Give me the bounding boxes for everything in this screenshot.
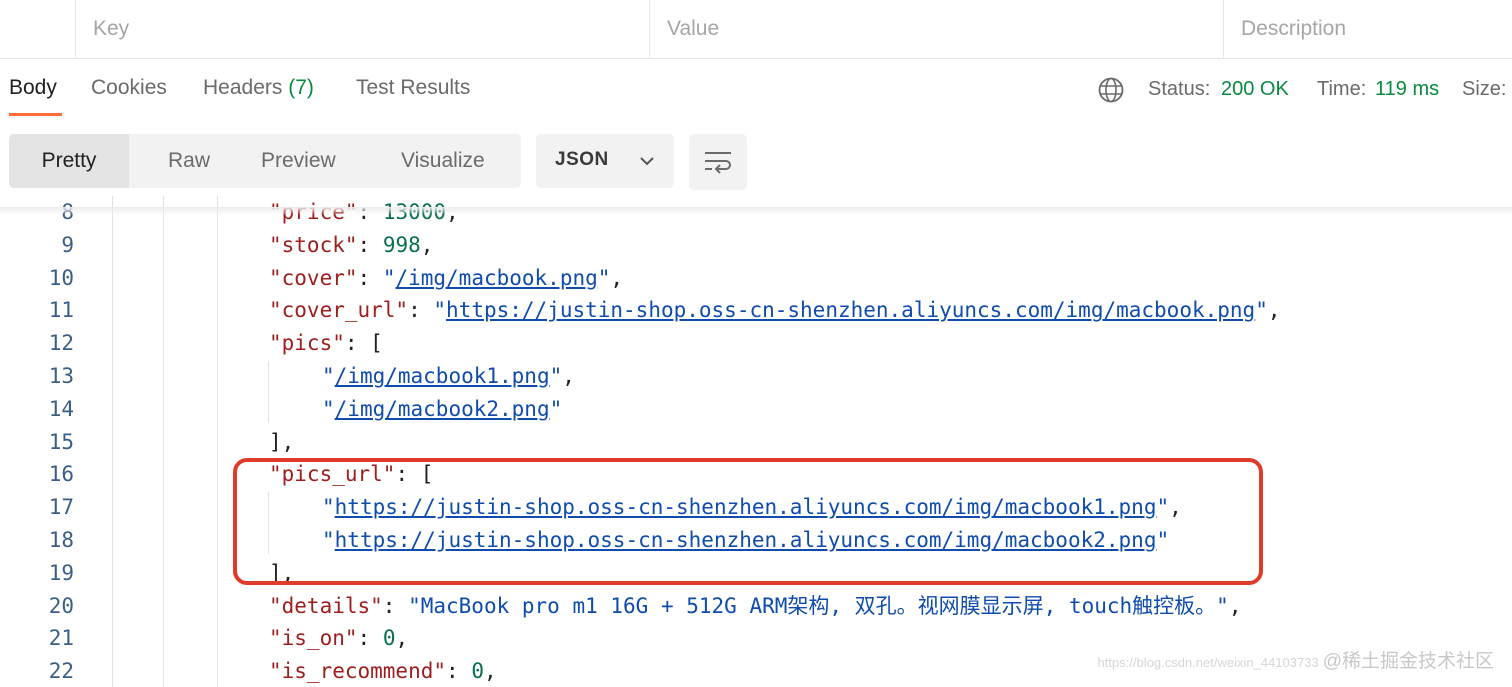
json-quote: "	[549, 364, 563, 388]
tab-cookies[interactable]: Cookies	[91, 76, 167, 100]
watermark-url: https://blog.csdn.net/weixin_44103733	[1097, 655, 1319, 670]
status-value: 200 OK	[1221, 78, 1289, 100]
line-number: 15	[48, 429, 74, 454]
toolbar-shadow	[0, 207, 1512, 215]
language-select-value: JSON	[555, 149, 609, 170]
line-number: 14	[48, 396, 74, 421]
mode-visualize[interactable]: Visualize	[401, 134, 485, 188]
json-number: 0	[382, 626, 396, 651]
globe-icon[interactable]	[1097, 76, 1125, 104]
code-line: 11 "cover_url": "https://justin-shop.oss-…	[0, 294, 1512, 327]
code-text: "/img/macbook1.png",	[322, 364, 575, 388]
json-quote: "	[433, 298, 447, 323]
json-url-link[interactable]: /img/macbook1.png	[335, 364, 550, 388]
wrap-lines-icon	[705, 152, 731, 174]
mode-raw[interactable]: Raw	[168, 134, 210, 188]
wrap-lines-button[interactable]	[689, 134, 747, 190]
params-table-header: Key Value Description	[0, 0, 1512, 59]
json-quote: "	[322, 396, 335, 421]
view-mode-segmented-control: Pretty Raw Preview Visualize	[9, 134, 521, 188]
description-column-header: Description	[1223, 0, 1512, 58]
json-url-link[interactable]: https://justin-shop.oss-cn-shenzhen.aliy…	[446, 298, 1255, 322]
json-number: 0	[471, 659, 484, 684]
json-key: "stock"	[269, 232, 358, 257]
line-number: 19	[48, 560, 74, 585]
code-text: "cover": "/img/macbook.png",	[269, 265, 624, 290]
chevron-down-icon	[640, 157, 654, 166]
line-number: 13	[48, 364, 74, 388]
json-key: "is_on"	[269, 626, 358, 651]
status-label: Status:	[1148, 78, 1211, 100]
line-number: 11	[48, 298, 74, 323]
json-url-link[interactable]: /img/macbook.png	[395, 266, 597, 290]
json-url-link[interactable]: /img/macbook2.png	[335, 397, 550, 421]
code-text: "/img/macbook2.png"	[322, 393, 562, 426]
code-text: "cover_url": "https://justin-shop.oss-cn…	[269, 298, 1281, 323]
tab-body[interactable]: Body	[9, 76, 57, 100]
mode-preview[interactable]: Preview	[261, 134, 336, 188]
line-number: 21	[48, 626, 74, 651]
line-number: 22	[48, 659, 74, 684]
tab-headers-label: Headers	[203, 76, 283, 99]
tab-test-results[interactable]: Test Results	[356, 76, 470, 100]
json-quote: "	[597, 265, 611, 290]
size-label: Size:	[1462, 78, 1507, 100]
headers-count-badge: (7)	[288, 76, 314, 99]
line-number: 20	[48, 593, 74, 618]
code-text: "pics": [	[269, 331, 383, 356]
code-line: 13 "/img/macbook1.png",	[0, 360, 1512, 393]
json-quote: "	[322, 364, 335, 388]
line-number: 10	[48, 265, 74, 290]
code-line: 10 "cover": "/img/macbook.png",	[0, 262, 1512, 295]
json-key: "cover"	[269, 265, 358, 290]
code-text: "is_on": 0,	[269, 626, 409, 651]
watermark: https://blog.csdn.net/weixin_44103733 @稀土…	[1098, 646, 1494, 673]
time-value: 119 ms	[1375, 78, 1440, 100]
value-column-header: Value	[649, 0, 1224, 58]
mode-pretty[interactable]: Pretty	[9, 134, 129, 188]
code-line: 9 "stock": 998,	[0, 229, 1512, 262]
active-tab-indicator	[9, 113, 62, 116]
json-quote: "	[549, 396, 563, 421]
code-text: "stock": 998,	[269, 232, 434, 257]
json-key: "is_recommend"	[269, 659, 447, 684]
line-number: 17	[48, 495, 74, 520]
json-key: "details"	[269, 593, 383, 618]
line-number: 12	[48, 331, 74, 356]
code-line: 12 "pics": [	[0, 327, 1512, 360]
json-key: "cover_url"	[269, 298, 409, 323]
code-text: ],	[269, 429, 295, 454]
json-string: "MacBook pro m1 16G + 512G ARM架构, 双孔。视网膜…	[408, 593, 1229, 618]
json-number: 998	[382, 232, 421, 257]
watermark-brand: @稀土掘金技术社区	[1322, 651, 1494, 672]
json-quote: "	[1255, 298, 1268, 323]
response-body-editor[interactable]: 8"price": 13000,9"stock": 998,10"cover":…	[0, 196, 1512, 687]
code-line: 15],	[0, 426, 1512, 459]
line-number: 16	[48, 462, 74, 487]
code-text: "is_recommend": 0,	[269, 659, 497, 684]
highlight-annotation-box	[233, 458, 1263, 585]
tab-headers[interactable]: Headers (7)	[203, 76, 314, 100]
line-number: 9	[61, 232, 74, 257]
time-label: Time:	[1317, 78, 1367, 100]
key-column-header: Key	[75, 0, 650, 58]
json-key: "pics"	[269, 331, 345, 356]
code-line: 20 "details": "MacBook pro m1 16G + 512G …	[0, 590, 1512, 623]
line-number: 18	[48, 528, 74, 552]
code-line: 14 "/img/macbook2.png"	[0, 393, 1512, 426]
language-select[interactable]: JSON	[536, 134, 674, 188]
code-text: "details": "MacBook pro m1 16G + 512G AR…	[269, 593, 1242, 618]
json-quote: "	[382, 265, 396, 290]
